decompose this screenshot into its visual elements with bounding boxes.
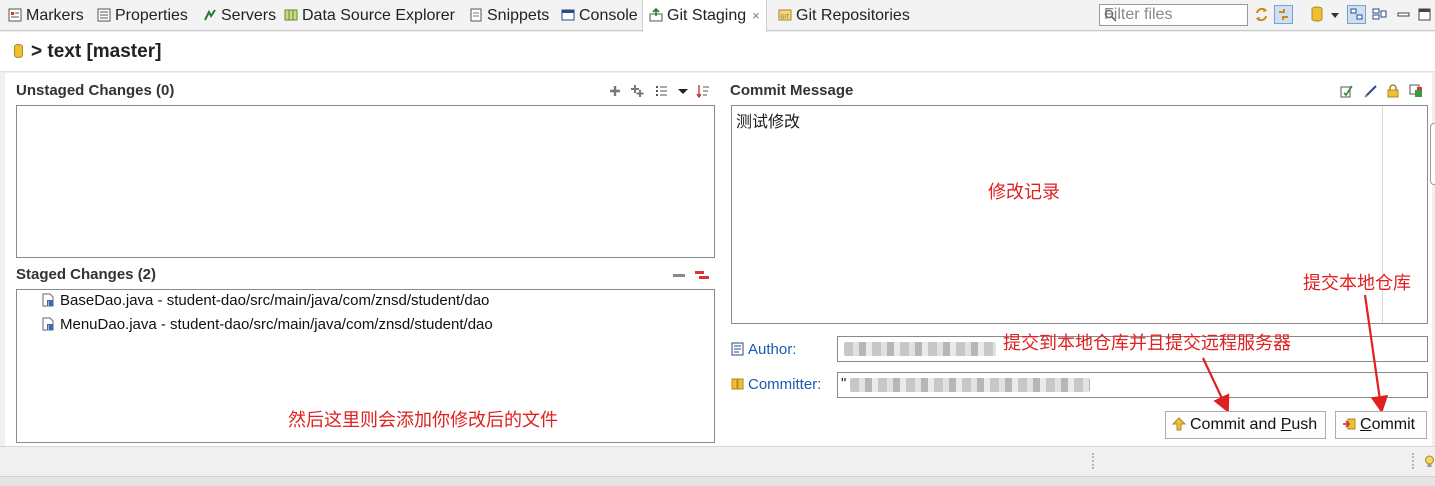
redacted-author xyxy=(844,342,996,356)
tab-label: Data Source Explorer xyxy=(302,7,455,24)
repository-icon xyxy=(14,44,23,58)
git-repositories-icon: GIT xyxy=(778,9,792,21)
tab-git-repositories[interactable]: GIT Git Repositories xyxy=(778,0,910,31)
tab-label: Git Repositories xyxy=(796,7,910,24)
minimize-icon[interactable] xyxy=(1394,5,1413,24)
refresh-icon[interactable] xyxy=(1252,5,1271,24)
snippets-icon xyxy=(470,8,482,22)
tab-label: Git Staging xyxy=(667,7,747,24)
commit-icon xyxy=(1343,418,1356,430)
repository-icon[interactable] xyxy=(1308,5,1327,24)
tab-label: Snippets xyxy=(487,7,550,24)
side-panel-handle[interactable] xyxy=(1430,123,1435,185)
staging-main-area: Unstaged Changes (0) Staged Changes (2) … xyxy=(5,73,1432,446)
sort-icon[interactable] xyxy=(696,84,710,98)
annotation-commit-record: 修改记录 xyxy=(988,182,1060,202)
tab-data-source-explorer[interactable]: Data Source Explorer xyxy=(284,0,455,31)
commit-and-push-button[interactable]: Commit and Push xyxy=(1165,411,1326,439)
java-file-icon: J xyxy=(42,293,54,307)
svg-text:J: J xyxy=(47,301,49,307)
staged-file-name: BaseDao.java - student-dao/src/main/java… xyxy=(60,292,490,309)
push-icon xyxy=(1172,417,1186,431)
committer-label[interactable]: Committer: xyxy=(731,376,821,393)
link-with-selection-icon[interactable] xyxy=(1274,5,1293,24)
list-item[interactable]: J MenuDao.java - student-dao/src/main/jav… xyxy=(42,316,493,333)
annotation-staged-note: 然后这里则会添加你修改后的文件 xyxy=(288,410,558,430)
console-icon xyxy=(561,9,575,21)
tab-console[interactable]: Console xyxy=(561,0,638,31)
list-item[interactable]: J BaseDao.java - student-dao/src/main/jav… xyxy=(42,292,489,309)
committer-field[interactable]: " xyxy=(837,372,1428,398)
svg-text:J: J xyxy=(47,325,49,331)
unstage-all-icon[interactable] xyxy=(695,268,709,282)
status-bar-separator xyxy=(1092,453,1094,469)
lightbulb-icon[interactable] xyxy=(1424,455,1435,469)
tab-snippets[interactable]: Snippets xyxy=(469,0,549,31)
lock-icon[interactable] xyxy=(1386,84,1400,98)
maximize-icon[interactable] xyxy=(1415,5,1434,24)
status-bar xyxy=(0,446,1435,486)
staged-file-name: MenuDao.java - student-dao/src/main/java… xyxy=(60,316,493,333)
unstaged-changes-title: Unstaged Changes (0) xyxy=(16,82,175,99)
stage-all-icon[interactable] xyxy=(630,84,644,98)
filter-files-input[interactable]: Filter files xyxy=(1099,4,1248,26)
data-source-icon xyxy=(284,9,298,21)
unstaged-files-list[interactable] xyxy=(16,105,715,258)
presentation-list-icon[interactable] xyxy=(655,84,669,98)
svg-text:GIT: GIT xyxy=(781,15,790,21)
tab-label: Servers xyxy=(221,7,277,24)
spell-check-icon[interactable] xyxy=(1340,84,1354,98)
staged-changes-title: Staged Changes (2) xyxy=(16,266,157,283)
chevron-down-icon[interactable] xyxy=(676,84,690,98)
search-icon xyxy=(1104,9,1117,22)
commit-message-text[interactable]: 测试修改 xyxy=(736,108,800,132)
annotation-commit-push: 提交到本地仓库并且提交远程服务器 xyxy=(1003,333,1291,353)
stage-selected-icon[interactable] xyxy=(608,84,622,98)
tab-label: Properties xyxy=(115,7,188,24)
layout-horizontal-icon[interactable] xyxy=(1347,5,1366,24)
chevron-down-icon[interactable] xyxy=(1329,5,1341,24)
staging-header: > text [master] xyxy=(0,32,1435,72)
servers-icon xyxy=(204,9,216,21)
author-icon xyxy=(731,342,744,356)
annotation-commit-local: 提交本地仓库 xyxy=(1303,273,1411,293)
tab-servers[interactable]: Servers xyxy=(203,0,276,31)
change-id-icon[interactable] xyxy=(1409,84,1423,98)
layout-vertical-icon[interactable] xyxy=(1370,5,1389,24)
view-tab-bar: Markers Properties Servers Data Source E… xyxy=(0,0,1435,32)
tab-properties[interactable]: Properties xyxy=(97,0,188,31)
tab-label: Console xyxy=(579,7,638,24)
committer-icon xyxy=(731,378,744,390)
properties-icon xyxy=(97,8,111,22)
unstage-selected-icon[interactable] xyxy=(672,268,686,282)
sign-off-icon[interactable] xyxy=(1364,84,1378,98)
tab-git-staging[interactable]: Git Staging × xyxy=(642,0,767,32)
close-icon[interactable]: × xyxy=(752,8,760,23)
commit-message-title: Commit Message xyxy=(730,82,854,99)
java-file-icon: J xyxy=(42,317,54,331)
redacted-committer xyxy=(850,378,1090,392)
page-title: > text [master] xyxy=(14,41,161,63)
repo-title-text: > text [master] xyxy=(31,41,162,62)
author-label[interactable]: Author: xyxy=(731,341,796,358)
commit-button[interactable]: Commit xyxy=(1335,411,1427,439)
tab-markers[interactable]: Markers xyxy=(8,0,84,31)
markers-icon xyxy=(8,8,22,22)
git-staging-icon xyxy=(649,8,663,22)
tab-label: Markers xyxy=(26,7,84,24)
status-bar-separator xyxy=(1412,453,1414,469)
committer-prefix: " xyxy=(841,375,847,392)
